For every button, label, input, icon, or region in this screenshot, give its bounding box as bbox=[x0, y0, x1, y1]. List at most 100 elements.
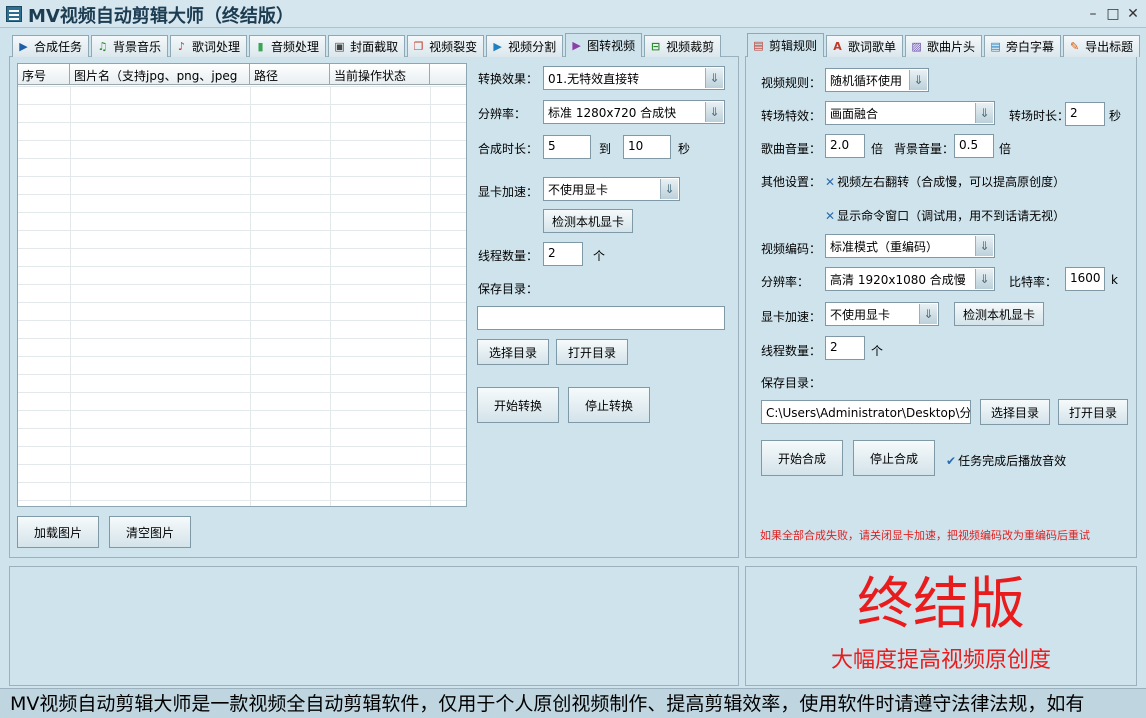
right-resolution-select[interactable]: 高清 1920x1080 合成慢 ⇓ bbox=[825, 267, 995, 291]
grid-line bbox=[430, 86, 431, 506]
col-header-filler bbox=[430, 64, 466, 84]
encode-value: 标准模式（重编码） bbox=[830, 240, 939, 254]
effect-value: 01.无特效直接转 bbox=[548, 72, 640, 86]
right-tab-4[interactable]: ▤ 旁白字幕 bbox=[984, 35, 1062, 57]
right-threads-input[interactable]: 2 bbox=[825, 336, 865, 360]
dropdown-arrow-icon: ⇓ bbox=[660, 179, 678, 199]
rule-select[interactable]: 随机循环使用 ⇓ bbox=[825, 68, 929, 92]
left-tab-9[interactable]: ⊟ 视频裁剪 bbox=[644, 35, 722, 57]
dropdown-arrow-icon: ⇓ bbox=[975, 269, 993, 289]
dropdown-arrow-icon: ⇓ bbox=[975, 103, 993, 123]
right-save-dir-label: 保存目录： bbox=[761, 376, 822, 390]
right-threads-label: 线程数量： bbox=[761, 344, 822, 358]
stop-compose-button[interactable]: 停止合成 bbox=[853, 440, 935, 476]
banner-panel: 终结版 大幅度提高视频原创度 bbox=[745, 566, 1137, 686]
bg-volume-input[interactable]: 0.5 bbox=[954, 134, 994, 158]
effect-label: 转换效果： bbox=[478, 72, 539, 86]
grid-line bbox=[70, 86, 71, 506]
left-tab-5[interactable]: ▣ 封面截取 bbox=[328, 35, 406, 57]
resolution-value: 标准 1280x720 合成快 bbox=[548, 106, 677, 120]
tab-label: 视频分割 bbox=[508, 40, 557, 54]
gpu-value: 不使用显卡 bbox=[548, 183, 609, 197]
right-open-dir-button[interactable]: 打开目录 bbox=[1058, 399, 1128, 425]
right-detect-gpu-button[interactable]: 检测本机显卡 bbox=[954, 302, 1044, 326]
start-compose-button[interactable]: 开始合成 bbox=[761, 440, 843, 476]
left-tab-3[interactable]: ♪ 歌词处理 bbox=[170, 35, 248, 57]
col-header-status[interactable]: 当前操作状态 bbox=[330, 64, 430, 84]
col-header-path[interactable]: 路径 bbox=[250, 64, 330, 84]
tab-icon: A bbox=[833, 40, 842, 53]
bg-volume-label: 背景音量： bbox=[894, 142, 955, 156]
encode-select[interactable]: 标准模式（重编码） ⇓ bbox=[825, 234, 995, 258]
tab-icon: ▮ bbox=[257, 40, 264, 53]
close-icon[interactable]: ✕ bbox=[1124, 5, 1142, 23]
tab-label: 封面截取 bbox=[350, 40, 399, 54]
load-images-button[interactable]: 加载图片 bbox=[17, 516, 99, 548]
effect-select[interactable]: 01.无特效直接转 ⇓ bbox=[543, 66, 725, 90]
check-icon: ✕ bbox=[825, 175, 836, 189]
gpu-select[interactable]: 不使用显卡 ⇓ bbox=[543, 177, 680, 201]
title-bar: MV视频自动剪辑大师（终结版） – □ ✕ bbox=[0, 0, 1146, 28]
rule-value: 随机循环使用 bbox=[830, 74, 903, 88]
transition-time-unit: 秒 bbox=[1109, 109, 1122, 123]
left-tab-1[interactable]: ▶ 合成任务 bbox=[12, 35, 90, 57]
status-marquee: MV视频自动剪辑大师是一款视频全自动剪辑软件，仅用于个人原创视频制作、提高剪辑效… bbox=[0, 688, 1146, 718]
right-tab-bar: ▤ 剪辑规则 A 歌词歌单 ▨ 歌曲片头 ▤ 旁白字幕 ✎ 导出标题 bbox=[747, 33, 1141, 57]
tab-label: 图转视频 bbox=[587, 39, 636, 53]
resolution-select[interactable]: 标准 1280x720 合成快 ⇓ bbox=[543, 100, 725, 124]
open-dir-button[interactable]: 打开目录 bbox=[556, 339, 628, 365]
other-settings-label: 其他设置： bbox=[761, 175, 822, 189]
play-sound-checkbox[interactable]: ✔ 任务完成后播放音效 bbox=[946, 452, 1066, 469]
bitrate-input[interactable]: 1600 bbox=[1065, 267, 1105, 291]
right-panel bbox=[745, 56, 1137, 558]
tab-label: 导出标题 bbox=[1085, 40, 1134, 54]
col-header-index[interactable]: 序号 bbox=[18, 64, 70, 84]
left-tab-8[interactable]: ▶ 图转视频 bbox=[565, 33, 643, 57]
right-tab-3[interactable]: ▨ 歌曲片头 bbox=[905, 35, 983, 57]
right-tab-1[interactable]: ▤ 剪辑规则 bbox=[747, 33, 825, 57]
minimize-icon[interactable]: – bbox=[1084, 5, 1102, 23]
right-tab-5[interactable]: ✎ 导出标题 bbox=[1063, 35, 1141, 57]
warning-text: 如果全部合成失败，请关闭显卡加速，把视频编码改为重编码后重试 bbox=[760, 529, 1090, 542]
song-volume-input[interactable]: 2.0 bbox=[825, 134, 865, 158]
duration-label: 合成时长： bbox=[478, 142, 539, 156]
tab-icon: ▤ bbox=[990, 40, 1001, 53]
left-tab-7[interactable]: ▶ 视频分割 bbox=[486, 35, 564, 57]
clear-images-button[interactable]: 清空图片 bbox=[109, 516, 191, 548]
transition-label: 转场特效： bbox=[761, 109, 822, 123]
duration-to-input[interactable]: 10 bbox=[623, 135, 671, 159]
tab-icon: ⊟ bbox=[651, 40, 661, 53]
right-gpu-value: 不使用显卡 bbox=[830, 308, 891, 322]
cmd-window-checkbox[interactable]: ✕ 显示命令窗口（调试用，用不到话请无视） bbox=[825, 207, 1065, 224]
left-tab-2[interactable]: ♫ 背景音乐 bbox=[91, 35, 169, 57]
transition-time-input[interactable]: 2 bbox=[1065, 102, 1105, 126]
right-gpu-select[interactable]: 不使用显卡 ⇓ bbox=[825, 302, 939, 326]
flip-checkbox[interactable]: ✕ 视频左右翻转（合成慢，可以提高原创度） bbox=[825, 173, 1065, 190]
duration-from-input[interactable]: 5 bbox=[543, 135, 591, 159]
right-save-dir-input[interactable]: C:\Users\Administrator\Desktop\分 bbox=[761, 400, 971, 424]
maximize-icon[interactable]: □ bbox=[1104, 5, 1122, 23]
choose-dir-button[interactable]: 选择目录 bbox=[477, 339, 549, 365]
right-tab-2[interactable]: A 歌词歌单 bbox=[826, 35, 904, 57]
start-convert-button[interactable]: 开始转换 bbox=[477, 387, 559, 423]
left-tab-4[interactable]: ▮ 音频处理 bbox=[249, 35, 327, 57]
detect-gpu-button[interactable]: 检测本机显卡 bbox=[543, 209, 633, 233]
threads-input[interactable]: 2 bbox=[543, 242, 583, 266]
tab-label: 视频裂变 bbox=[429, 40, 478, 54]
stop-convert-button[interactable]: 停止转换 bbox=[568, 387, 650, 423]
threads-label: 线程数量： bbox=[478, 249, 539, 263]
resolution-label: 分辨率： bbox=[478, 107, 527, 121]
table-body bbox=[18, 86, 466, 506]
bitrate-unit: k bbox=[1111, 273, 1118, 287]
transition-select[interactable]: 画面融合 ⇓ bbox=[825, 101, 995, 125]
right-choose-dir-button[interactable]: 选择目录 bbox=[980, 399, 1050, 425]
dropdown-arrow-icon: ⇓ bbox=[975, 236, 993, 256]
col-header-image-name[interactable]: 图片名（支持jpg、png、jpeg bbox=[70, 64, 250, 84]
play-sound-label: 任务完成后播放音效 bbox=[958, 454, 1067, 468]
image-table[interactable]: 序号 图片名（支持jpg、png、jpeg 路径 当前操作状态 bbox=[17, 63, 467, 507]
bitrate-label: 比特率： bbox=[1009, 275, 1058, 289]
tab-label: 歌词处理 bbox=[192, 40, 241, 54]
save-dir-input[interactable] bbox=[477, 306, 725, 330]
left-tab-6[interactable]: ❐ 视频裂变 bbox=[407, 35, 485, 57]
dropdown-arrow-icon: ⇓ bbox=[909, 70, 927, 90]
